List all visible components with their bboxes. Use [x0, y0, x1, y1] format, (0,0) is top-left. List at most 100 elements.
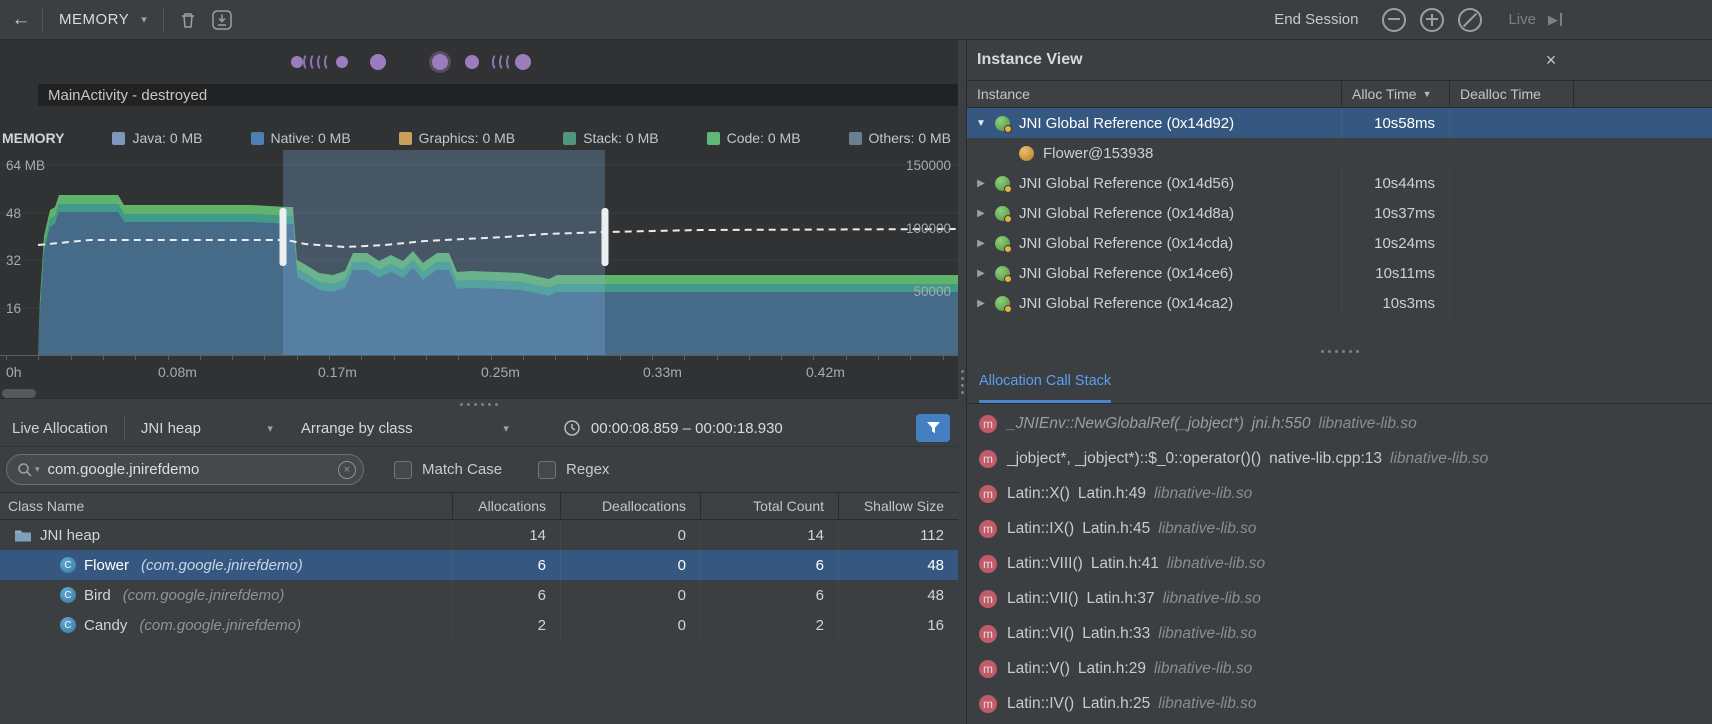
column-header-total-count[interactable]: Total Count: [700, 493, 838, 519]
method-icon: m: [979, 555, 997, 573]
alloc-time-value: 10s44ms: [1341, 168, 1449, 198]
zoom-in-button[interactable]: [1420, 8, 1444, 32]
cell-shallow-size: 112: [838, 520, 958, 550]
column-header-shallow-size[interactable]: Shallow Size: [838, 493, 958, 519]
column-header-dealloc-time[interactable]: Dealloc Time: [1449, 81, 1573, 107]
stack-frame[interactable]: m Latin::IX() Latin.h:45 libnative-lib.s…: [967, 511, 1712, 546]
heap-dropdown-value: JNI heap: [141, 420, 201, 437]
toolbar-separator: [124, 416, 125, 440]
table-row-candy[interactable]: C Candy (com.google.jnirefdemo) 2 0 2 16: [0, 610, 958, 640]
frame-location: Latin.h:45: [1082, 520, 1150, 538]
axis-tick: [781, 356, 782, 360]
timeline-scrollbar-thumb[interactable]: [2, 389, 36, 398]
frame-library: libnative-lib.so: [1158, 695, 1256, 713]
stack-frame[interactable]: m Latin::VIII() Latin.h:41 libnative-lib…: [967, 546, 1712, 581]
axis-tick: [523, 356, 524, 360]
stack-frame[interactable]: m Latin::IV() Latin.h:25 libnative-lib.s…: [967, 686, 1712, 721]
event-dot: [370, 54, 386, 70]
profiler-type-dropdown[interactable]: MEMORY ▾: [43, 0, 163, 39]
filter-button[interactable]: [916, 414, 950, 442]
frame-library: libnative-lib.so: [1158, 520, 1256, 538]
axis-tick: [878, 356, 879, 360]
instance-icon: [1019, 146, 1034, 161]
chevron-down-icon: ▾: [141, 13, 147, 26]
regex-label[interactable]: Regex: [566, 461, 609, 478]
back-button[interactable]: ←: [0, 9, 42, 31]
frame-location: native-lib.cpp:13: [1269, 450, 1382, 468]
instance-label: JNI Global Reference (0x14d56): [1019, 175, 1341, 192]
expander-icon[interactable]: ▶: [967, 178, 995, 189]
expander-icon[interactable]: ▶: [967, 298, 995, 309]
instance-row[interactable]: ▶ JNI Global Reference (0x14d8a) 10s37ms: [967, 198, 1712, 228]
live-allocation-label: Live Allocation: [12, 420, 108, 437]
stack-frame[interactable]: m Latin::V() Latin.h:29 libnative-lib.so: [967, 651, 1712, 686]
clear-search-icon[interactable]: ×: [338, 461, 356, 479]
callstack-tab-bar: Allocation Call Stack: [967, 358, 1712, 404]
splitter-grip: [961, 391, 964, 394]
jump-to-live-button[interactable]: ▶: [1548, 12, 1562, 28]
table-row-jni-heap[interactable]: JNI heap 14 0 14 112: [0, 520, 958, 550]
heap-dropdown[interactable]: JNI heap ▾: [141, 420, 273, 437]
search-input[interactable]: ▾ com.google.jnirefdemo ×: [6, 454, 364, 485]
memory-chart-svg[interactable]: 64 MB48321615000010000050000: [0, 150, 958, 355]
jni-ref-icon: [995, 236, 1010, 251]
legend-item-stack: Stack: 0 MB: [563, 130, 658, 146]
column-header-deallocations[interactable]: Deallocations: [560, 493, 700, 519]
regex-checkbox[interactable]: [538, 461, 556, 479]
cell-allocations: 6: [452, 580, 560, 610]
stack-frame[interactable]: m Latin::VI() Latin.h:33 libnative-lib.s…: [967, 616, 1712, 651]
zoom-out-button[interactable]: [1382, 8, 1406, 32]
horizontal-splitter[interactable]: [0, 398, 958, 410]
clock-icon: [563, 419, 581, 437]
legend-swatch: [399, 132, 412, 145]
dealloc-time-value: [1449, 198, 1573, 228]
column-header-alloc-time[interactable]: Alloc Time ▼: [1341, 81, 1449, 107]
instance-row[interactable]: ▶ JNI Global Reference (0x14cda) 10s24ms: [967, 228, 1712, 258]
arrange-dropdown-value: Arrange by class: [301, 420, 413, 437]
frame-library: libnative-lib.so: [1319, 415, 1417, 433]
axis-tick: [813, 356, 814, 360]
column-header-class-name[interactable]: Class Name: [0, 493, 452, 519]
reset-zoom-button[interactable]: [1458, 8, 1482, 32]
axis-tick: [426, 356, 427, 360]
table-row-bird[interactable]: C Bird (com.google.jnirefdemo) 6 0 6 48: [0, 580, 958, 610]
instance-row[interactable]: ▼ JNI Global Reference (0x14d92) 10s58ms: [967, 108, 1712, 138]
column-header-instance[interactable]: Instance: [967, 81, 1341, 107]
column-header-allocations[interactable]: Allocations: [452, 493, 560, 519]
arrange-dropdown[interactable]: Arrange by class ▾: [301, 420, 509, 437]
stack-frame[interactable]: m _JNIEnv::NewGlobalRef(_jobject*) jni.h…: [967, 406, 1712, 441]
table-row-flower[interactable]: C Flower (com.google.jnirefdemo) 6 0 6 4…: [0, 550, 958, 580]
expander-icon[interactable]: ▶: [967, 268, 995, 279]
legend-swatch: [849, 132, 862, 145]
live-button[interactable]: Live: [1508, 11, 1536, 28]
dealloc-time-value: [1449, 228, 1573, 258]
stack-frame[interactable]: m Latin::X() Latin.h:49 libnative-lib.so: [967, 476, 1712, 511]
stack-frame[interactable]: m _jobject*, _jobject*)::$_0::operator()…: [967, 441, 1712, 476]
horizontal-splitter[interactable]: [967, 345, 1712, 358]
match-case-label[interactable]: Match Case: [422, 461, 502, 478]
jni-ref-icon: [995, 206, 1010, 221]
expander-icon[interactable]: ▼: [967, 118, 995, 129]
end-session-button[interactable]: End Session: [1274, 11, 1358, 28]
instance-row[interactable]: ▶ JNI Global Reference (0x14ce6) 10s11ms: [967, 258, 1712, 288]
expander-icon[interactable]: ▶: [967, 208, 995, 219]
axis-tick: [329, 356, 330, 360]
match-case-checkbox[interactable]: [394, 461, 412, 479]
class-table-header: Class Name Allocations Deallocations Tot…: [0, 492, 958, 520]
instance-row-child[interactable]: Flower@153938: [967, 138, 1712, 168]
class-icon: C: [60, 557, 76, 573]
tab-allocation-call-stack[interactable]: Allocation Call Stack: [979, 358, 1111, 403]
instance-label: JNI Global Reference (0x14ce6): [1019, 265, 1341, 282]
stack-frame[interactable]: m Latin::VII() Latin.h:37 libnative-lib.…: [967, 581, 1712, 616]
expander-icon[interactable]: ▶: [967, 238, 995, 249]
event-dot: [291, 56, 303, 68]
instance-row[interactable]: ▶ JNI Global Reference (0x14ca2) 10s3ms: [967, 288, 1712, 318]
frame-function: Latin::X(): [1007, 485, 1070, 503]
alloc-time-label: Alloc Time: [1352, 86, 1417, 102]
close-icon[interactable]: ×: [1538, 47, 1564, 73]
export-session-button[interactable]: [212, 10, 232, 30]
legend-item-graphics: Graphics: 0 MB: [399, 130, 515, 146]
delete-session-button[interactable]: [180, 11, 196, 29]
instance-row[interactable]: ▶ JNI Global Reference (0x14d56) 10s44ms: [967, 168, 1712, 198]
vertical-splitter[interactable]: [958, 40, 966, 724]
